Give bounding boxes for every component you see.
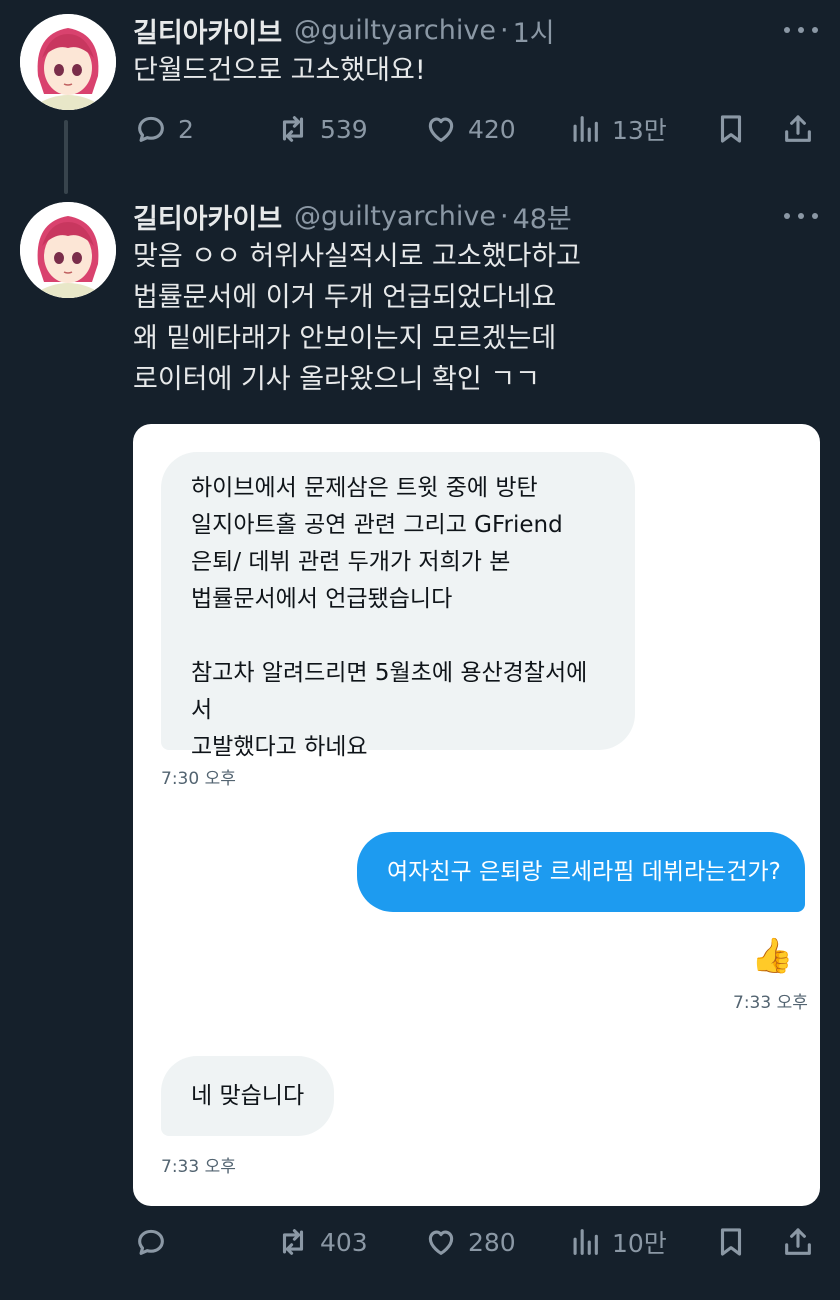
bookmark-button[interactable] <box>714 109 748 149</box>
reply-icon <box>138 1229 164 1255</box>
user-handle[interactable]: @guiltyarchive <box>294 15 496 46</box>
tweet-header: 길티아카이브 @guiltyarchive · 1시 <box>133 11 555 50</box>
avatar-illustration <box>20 202 116 298</box>
bookmark-icon <box>720 1228 742 1256</box>
views-count: 13만 <box>612 116 667 145</box>
share-button[interactable] <box>781 1222 815 1262</box>
views-button[interactable]: 13만 <box>568 109 667 149</box>
avatar[interactable] <box>20 14 116 110</box>
tweet-actions: 2 539 420 13만 <box>0 109 840 149</box>
share-icon <box>785 1228 811 1255</box>
views-button[interactable]: 10만 <box>568 1222 667 1262</box>
views-icon <box>573 116 598 142</box>
like-count: 420 <box>468 114 516 144</box>
dm-message-sent: 여자친구 은퇴랑 르세라핌 데뷔라는건가? <box>357 832 805 912</box>
retweet-button[interactable]: 403 <box>276 1222 368 1262</box>
dm-message-received: 하이브에서 문제삼은 트윗 중에 방탄 일지아트홀 공연 관련 그리고 GFri… <box>161 452 635 760</box>
tweet-actions: 403 280 10만 <box>0 1222 840 1262</box>
bookmark-button[interactable] <box>714 1222 748 1262</box>
dm-timestamp: 7:33 오후 <box>733 993 808 1013</box>
reply-count: 2 <box>178 114 194 144</box>
reply-button[interactable] <box>134 1222 178 1262</box>
retweet-icon <box>282 1229 304 1255</box>
retweet-count: 403 <box>320 1227 368 1257</box>
retweet-button[interactable]: 539 <box>276 109 368 149</box>
separator-dot: · <box>499 14 509 46</box>
tweet-time[interactable]: 1시 <box>513 11 555 50</box>
retweet-icon <box>282 116 304 142</box>
bookmark-icon <box>720 115 742 143</box>
views-count: 10만 <box>612 1229 667 1258</box>
more-icon[interactable] <box>784 15 818 45</box>
tweet-text: 맞음 ㅇㅇ 허위사실적시로 고소했다하고 법률문서에 이거 두개 언급되었다네요… <box>133 241 582 395</box>
like-icon <box>428 117 454 142</box>
user-handle[interactable]: @guiltyarchive <box>294 201 496 232</box>
share-button[interactable] <box>781 109 815 149</box>
tweet-header: 길티아카이브 @guiltyarchive · 48분 <box>133 197 572 236</box>
dm-timestamp: 7:33 오후 <box>161 1157 236 1177</box>
like-button[interactable]: 280 <box>424 1222 516 1262</box>
tweet-time[interactable]: 48분 <box>513 197 572 236</box>
retweet-count: 539 <box>320 114 368 144</box>
separator-dot: · <box>499 200 509 232</box>
more-icon[interactable] <box>784 201 818 231</box>
dm-message-received: 네 맞습니다 <box>161 1056 335 1136</box>
avatar[interactable] <box>20 202 116 298</box>
like-button[interactable]: 420 <box>424 109 516 149</box>
like-count: 280 <box>468 1227 516 1257</box>
views-icon <box>573 1229 598 1255</box>
share-icon <box>785 115 811 142</box>
thumbs-up-icon: 👍 <box>751 936 794 976</box>
like-icon <box>428 1230 454 1255</box>
page: 길티아카이브 @guiltyarchive · 1시 단월드건으로 고소했대요!… <box>0 0 840 1300</box>
reply-button[interactable]: 2 <box>134 109 194 149</box>
avatar-illustration <box>20 14 116 110</box>
tweet-text: 단월드건으로 고소했대요! <box>133 55 426 86</box>
display-name[interactable]: 길티아카이브 <box>133 11 282 50</box>
display-name[interactable]: 길티아카이브 <box>133 197 282 236</box>
reply-icon <box>138 116 164 142</box>
dm-timestamp: 7:30 오후 <box>161 769 236 789</box>
attached-image[interactable]: 하이브에서 문제삼은 트윗 중에 방탄 일지아트홀 공연 관련 그리고 GFri… <box>133 424 820 1206</box>
